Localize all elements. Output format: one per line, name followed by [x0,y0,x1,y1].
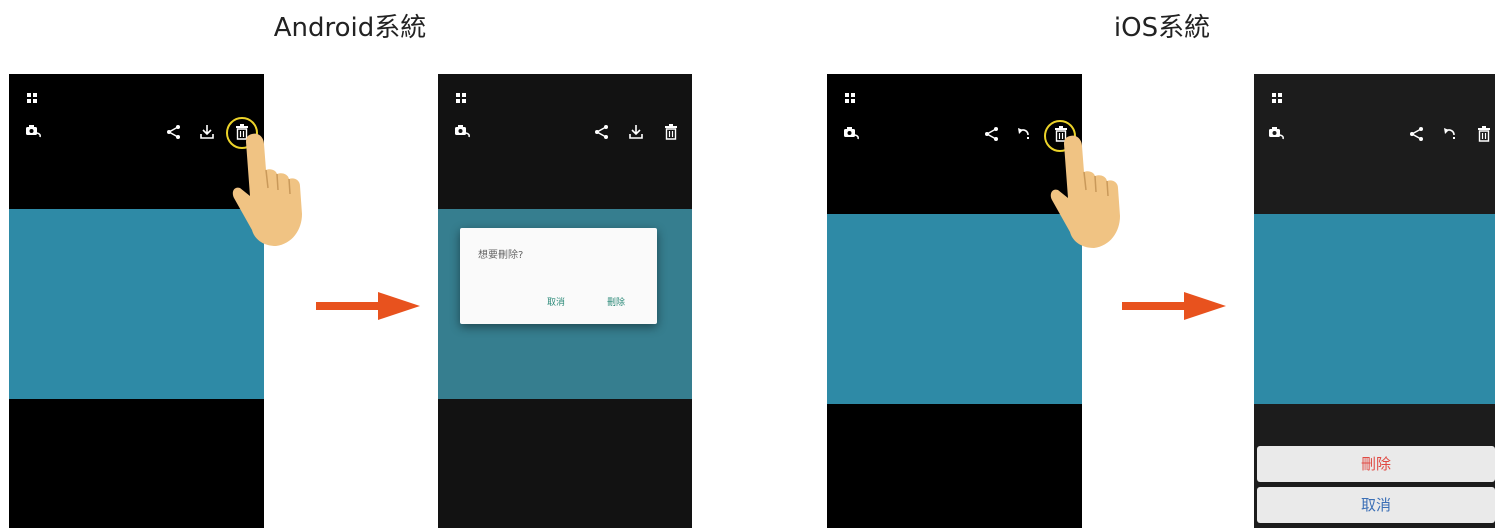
android-screen-dialog: 想要刪除? 取消 刪除 [438,74,692,528]
photo-preview [1254,214,1495,404]
share-icon[interactable] [1409,126,1425,142]
trash-icon[interactable] [664,124,678,140]
arrow-right-icon [1122,292,1226,324]
sheet-delete-button[interactable]: 刪除 [1257,446,1495,482]
download-icon[interactable] [199,124,215,140]
photo-preview [827,214,1082,404]
camera-switch-icon[interactable] [25,124,43,138]
grid-icon[interactable] [1272,93,1283,104]
hand-pointer-icon [230,130,306,252]
share-icon[interactable] [594,124,610,140]
share-icon[interactable] [984,126,1000,142]
download-icon[interactable] [628,124,644,140]
rotate-icon[interactable] [1442,126,1458,142]
android-screen-before [9,74,264,528]
dialog-question: 想要刪除? [478,250,524,261]
camera-switch-icon[interactable] [1268,126,1286,140]
ios-heading: iOS系統 [1113,13,1211,43]
delete-confirm-dialog: 想要刪除? 取消 刪除 [460,228,657,324]
trash-icon[interactable] [1477,126,1491,142]
dialog-delete-button[interactable]: 刪除 [607,295,625,308]
camera-switch-icon[interactable] [843,126,861,140]
hand-pointer-icon [1048,132,1124,254]
share-icon[interactable] [166,124,182,140]
photo-preview [9,209,264,399]
camera-switch-icon[interactable] [454,124,472,138]
ios-screen-action-sheet: 刪除 取消 [1254,74,1495,528]
ios-screen-before [827,74,1082,528]
sheet-cancel-button[interactable]: 取消 [1257,487,1495,523]
grid-icon[interactable] [456,93,467,104]
grid-icon[interactable] [845,93,856,104]
grid-icon[interactable] [27,93,38,104]
android-heading: Android系統 [273,13,427,43]
dialog-cancel-button[interactable]: 取消 [547,295,565,308]
arrow-right-icon [316,292,420,324]
rotate-icon[interactable] [1016,126,1032,142]
